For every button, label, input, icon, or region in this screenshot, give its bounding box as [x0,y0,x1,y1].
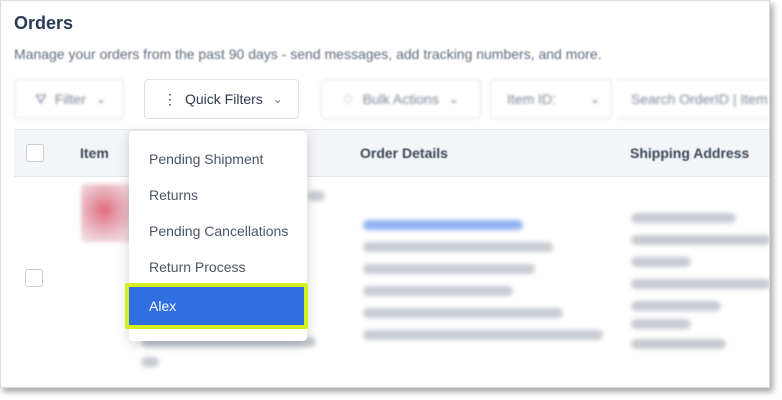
funnel-icon: ⛛ [35,90,47,107]
menu-item-return-process[interactable]: Return Process [149,259,245,275]
address-blur [631,213,736,223]
page-title: Orders [14,13,74,33]
item-text-blur [307,191,325,201]
lightbulb-icon: ♢ [342,90,355,107]
address-blur [631,339,726,349]
chevron-down-icon: ⌄ [448,92,459,106]
page-subtitle: Manage your orders from the past 90 days… [14,46,602,62]
row-checkbox[interactable] [25,269,43,287]
item-id-label: Item ID: [507,91,557,107]
column-header-order-details: Order Details [360,145,448,161]
chevron-down-icon: ⌄ [272,92,283,106]
order-detail-blur [363,308,563,318]
chevron-down-icon: ⌄ [95,92,106,106]
orders-panel: Orders Manage your orders from the past … [0,0,770,388]
order-detail-blur [363,286,513,296]
address-blur [631,235,769,245]
bulk-actions-button[interactable]: ♢ Bulk Actions ⌄ [321,79,481,119]
order-link-blur[interactable] [363,220,523,230]
address-blur [631,257,691,267]
filter-button[interactable]: ⛛ Filter ⌄ [14,79,124,119]
vertical-dots-icon: ⋮ [163,90,177,107]
item-id-select[interactable]: Item ID: ⌄ [490,79,612,119]
menu-item-returns[interactable]: Returns [149,187,198,203]
order-detail-blur [363,330,603,340]
chevron-down-icon: ⌄ [590,92,601,106]
item-text-blur [141,357,159,367]
quick-filters-label: Quick Filters [185,91,263,107]
address-blur [631,279,769,289]
select-all-checkbox[interactable] [26,144,44,162]
filter-label: Filter [54,91,86,107]
search-input[interactable]: Search OrderID | Item [617,79,769,119]
quick-filters-button[interactable]: ⋮ Quick Filters ⌄ [144,79,299,119]
column-header-item: Item [80,145,109,161]
menu-item-alex-highlight: Alex [125,283,308,329]
bulk-actions-label: Bulk Actions [362,91,439,107]
menu-item-alex[interactable]: Alex [129,287,304,325]
address-blur [631,301,721,311]
order-detail-blur [363,264,535,274]
menu-item-pending-shipment[interactable]: Pending Shipment [149,151,263,167]
menu-item-pending-cancellations[interactable]: Pending Cancellations [149,223,288,239]
column-header-shipping-address: Shipping Address [630,145,750,161]
order-detail-blur [363,242,553,252]
address-blur [631,319,691,329]
search-placeholder: Search OrderID | Item [631,91,768,107]
table-header: Item Order Details Shipping Address [14,129,769,177]
